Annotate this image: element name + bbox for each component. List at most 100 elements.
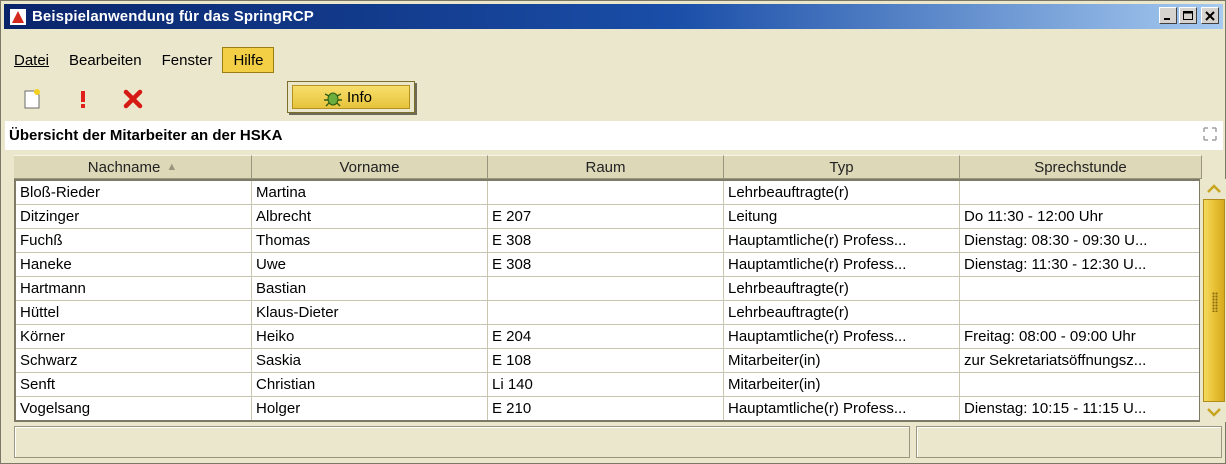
column-header-nachname-label: Nachname: [87, 158, 161, 176]
cell-sprechstunde: Freitag: 08:00 - 09:00 Uhr: [964, 328, 1136, 345]
table-row[interactable]: Hüttel Klaus-Dieter Lehrbeauftragte(r): [16, 301, 1199, 325]
new-document-icon: [24, 89, 40, 109]
column-header-sprechstunde[interactable]: Sprechstunde: [960, 155, 1202, 179]
cell-vorname: Thomas: [252, 229, 488, 252]
bug-icon: [324, 92, 342, 107]
springrcp-icon: [10, 8, 26, 25]
cell-typ: Hauptamtliche(r) Profess...: [724, 397, 960, 420]
cell-vorname: Uwe: [252, 253, 488, 276]
cell-raum: E 308: [488, 229, 724, 252]
panel-maximize-icon[interactable]: [1203, 127, 1217, 141]
cell-raum: E 108: [488, 349, 724, 372]
employee-table: Nachname ▲ Vorname Raum Typ Sprechstunde…: [14, 151, 1226, 422]
cell-sprechstunde: [960, 277, 1199, 300]
status-bar: [14, 426, 1224, 458]
cell-raum: E 207: [488, 205, 724, 228]
cell-nachname: Vogelsang: [16, 397, 252, 420]
window-controls: [1159, 7, 1219, 24]
column-header-vorname[interactable]: Vorname: [252, 155, 488, 179]
column-header-vorname-label: Vorname: [339, 158, 400, 176]
cell-nachname: Hartmann: [16, 277, 252, 300]
cell-typ: Lehrbeauftragte(r): [724, 181, 960, 204]
cell-nachname: Haneke: [16, 253, 252, 276]
table-body: Bloß-Rieder Martina Lehrbeauftragte(r) D…: [14, 179, 1200, 422]
title-bar[interactable]: Beispielanwendung für das SpringRCP: [4, 4, 1223, 29]
cell-raum: [488, 181, 724, 204]
table-row[interactable]: Fuchß Thomas E 308 Hauptamtliche(r) Prof…: [16, 229, 1199, 253]
cell-sprechstunde: zur Sekretariatsöffnungsz...: [964, 352, 1147, 369]
table-row[interactable]: Vogelsang Holger E 210 Hauptamtliche(r) …: [16, 397, 1199, 420]
column-header-typ[interactable]: Typ: [724, 155, 960, 179]
minimize-icon[interactable]: [1159, 7, 1177, 24]
cell-raum: E 210: [488, 397, 724, 420]
cell-nachname: Fuchß: [16, 229, 252, 252]
scroll-up-button[interactable]: [1202, 179, 1226, 199]
sort-ascending-icon: ▲: [166, 161, 178, 173]
table-row[interactable]: Schwarz Saskia E 108 Mitarbeiter(in) zur…: [16, 349, 1199, 373]
column-header-nachname[interactable]: Nachname ▲: [14, 155, 252, 179]
scroll-down-button[interactable]: [1202, 402, 1226, 422]
table-row[interactable]: Körner Heiko E 204 Hauptamtliche(r) Prof…: [16, 325, 1199, 349]
vertical-scrollbar[interactable]: [1202, 179, 1226, 422]
table-row[interactable]: Ditzinger Albrecht E 207 Leitung Do 11:3…: [16, 205, 1199, 229]
menu-item-info-label: Info: [347, 88, 373, 106]
table-row[interactable]: Haneke Uwe E 308 Hauptamtliche(r) Profes…: [16, 253, 1199, 277]
status-progress: [916, 426, 1222, 458]
cell-raum: E 204: [488, 325, 724, 348]
cell-vorname: Klaus-Dieter: [252, 301, 488, 324]
cell-nachname: Senft: [16, 373, 252, 396]
menu-item-info[interactable]: Info: [292, 85, 410, 109]
table-row[interactable]: Hartmann Bastian Lehrbeauftragte(r): [16, 277, 1199, 301]
panel-title: Übersicht der Mitarbeiter an der HSKA: [9, 127, 283, 144]
menu-datei[interactable]: Datei: [4, 46, 59, 74]
delete-button[interactable]: [119, 85, 147, 113]
cell-sprechstunde: Dienstag: 10:15 - 11:15 U...: [964, 400, 1147, 417]
cell-sprechstunde: Do 11:30 - 12:00 Uhr: [964, 208, 1103, 225]
cell-sprechstunde: Dienstag: 11:30 - 12:30 U...: [964, 256, 1147, 273]
cell-raum: Li 140: [488, 373, 724, 396]
cell-vorname: Albrecht: [252, 205, 488, 228]
cell-nachname: Körner: [16, 325, 252, 348]
cell-sprechstunde: [960, 301, 1199, 324]
maximize-icon[interactable]: [1179, 7, 1197, 24]
cell-sprechstunde: Dienstag: 08:30 - 09:30 U...: [964, 232, 1148, 249]
table-row[interactable]: Senft Christian Li 140 Mitarbeiter(in): [16, 373, 1199, 397]
cell-typ: Hauptamtliche(r) Profess...: [724, 325, 960, 348]
cell-nachname: Bloß-Rieder: [16, 181, 252, 204]
new-button[interactable]: [19, 85, 47, 113]
chevron-down-icon: [1207, 408, 1221, 417]
scrollbar-thumb[interactable]: [1203, 199, 1225, 402]
menu-hilfe[interactable]: Hilfe: [222, 47, 275, 73]
cell-vorname: Holger: [252, 397, 488, 420]
cell-vorname: Bastian: [252, 277, 488, 300]
menu-bearbeiten-label: Bearbeiten: [69, 51, 142, 69]
cell-raum: [488, 277, 724, 300]
menu-hilfe-label: Hilfe: [233, 51, 264, 69]
menu-bearbeiten[interactable]: Bearbeiten: [59, 46, 152, 74]
cell-typ: Lehrbeauftragte(r): [724, 277, 960, 300]
grip-icon: [1212, 292, 1218, 312]
table-row[interactable]: Bloß-Rieder Martina Lehrbeauftragte(r): [16, 181, 1199, 205]
cell-sprechstunde: [960, 181, 1199, 204]
cell-vorname: Christian: [252, 373, 488, 396]
column-header-raum[interactable]: Raum: [488, 155, 724, 179]
menu-fenster[interactable]: Fenster: [152, 46, 223, 74]
cell-typ: Mitarbeiter(in): [724, 349, 960, 372]
properties-button[interactable]: [69, 85, 97, 113]
exclamation-icon: [81, 91, 85, 108]
column-header-sprechstunde-label: Sprechstunde: [1034, 158, 1127, 176]
cell-nachname: Hüttel: [16, 301, 252, 324]
close-icon[interactable]: [1201, 7, 1219, 24]
cell-vorname: Martina: [252, 181, 488, 204]
panel-header: Übersicht der Mitarbeiter an der HSKA: [5, 121, 1223, 150]
menu-bar: Datei Bearbeiten Fenster Hilfe: [4, 45, 275, 75]
table-header: Nachname ▲ Vorname Raum Typ Sprechstunde: [14, 155, 1202, 179]
cell-typ: Hauptamtliche(r) Profess...: [724, 253, 960, 276]
window-title: Beispielanwendung für das SpringRCP: [32, 8, 314, 25]
delete-icon: [123, 89, 143, 109]
cell-raum: E 308: [488, 253, 724, 276]
chevron-up-icon: [1207, 184, 1221, 193]
cell-vorname: Heiko: [252, 325, 488, 348]
cell-typ: Lehrbeauftragte(r): [724, 301, 960, 324]
cell-typ: Leitung: [724, 205, 960, 228]
